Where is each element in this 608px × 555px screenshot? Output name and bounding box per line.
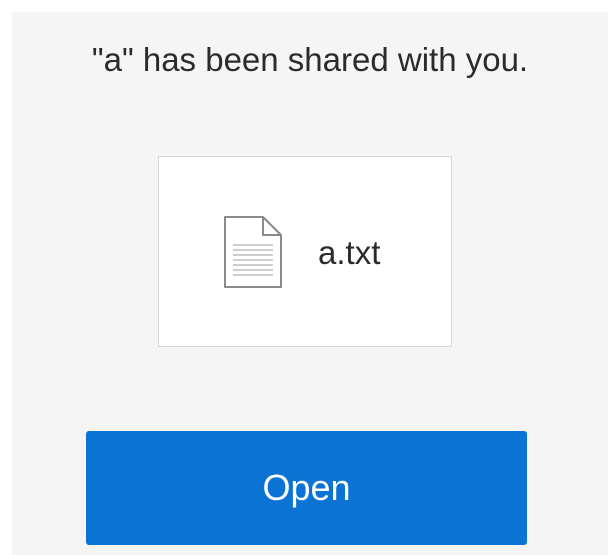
file-name: a.txt [318,234,381,271]
share-message: "a" has been shared with you. [91,41,529,78]
share-panel: "a" has been shared with you. a.txt Open [12,12,608,555]
shared-file-card[interactable]: a.txt [158,156,452,347]
text-file-icon [224,216,282,288]
open-button[interactable]: Open [86,431,527,545]
